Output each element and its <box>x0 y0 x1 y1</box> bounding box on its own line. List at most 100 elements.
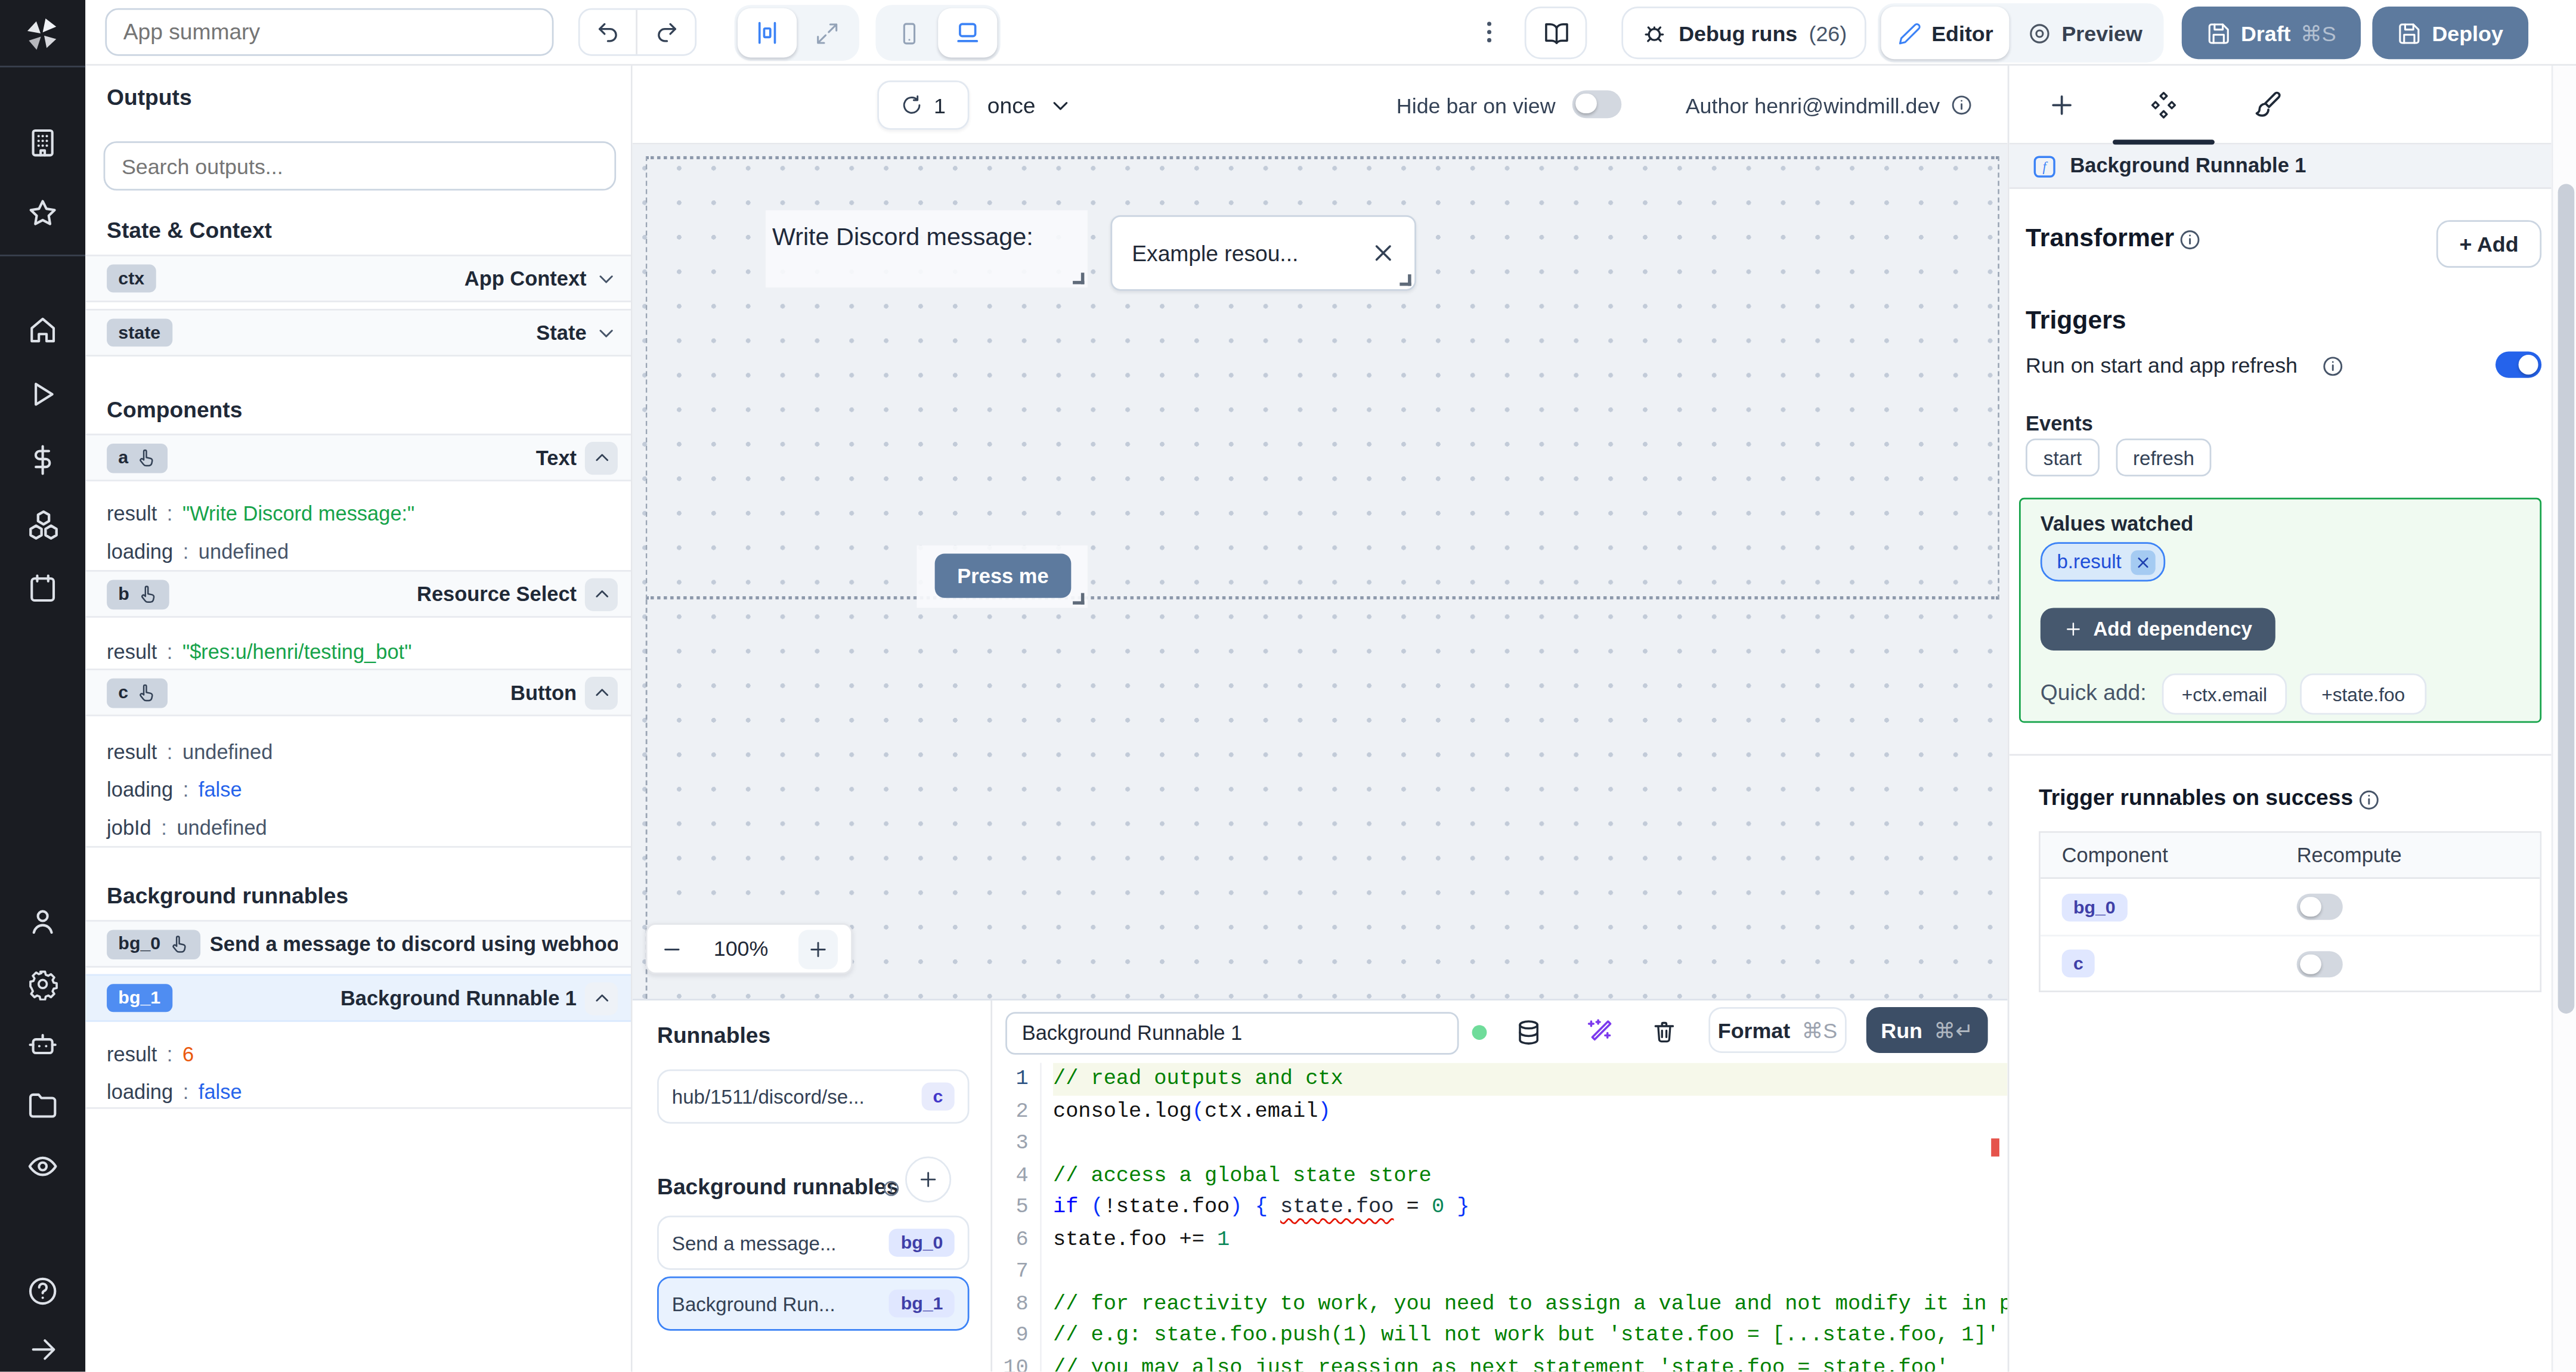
run-on-start-toggle[interactable] <box>2496 352 2541 378</box>
runnable-item-hub[interactable]: hub/1511/discord/se... c <box>657 1070 969 1124</box>
chevron-down-icon[interactable] <box>595 321 618 345</box>
output-row-b[interactable]: b Resource Select <box>85 570 632 618</box>
add-transformer-button[interactable]: + Add <box>2436 220 2541 268</box>
cache-db-icon[interactable] <box>1515 1018 1543 1046</box>
chevron-down-icon[interactable] <box>595 267 618 290</box>
deploy-button[interactable]: Deploy <box>2372 7 2528 59</box>
a-result-value: "Write Discord message:" <box>182 503 414 526</box>
collapse-c-button[interactable] <box>585 676 618 709</box>
redo-button[interactable] <box>637 10 695 54</box>
tab-editor[interactable]: Editor <box>1881 7 2010 59</box>
c-jobid-value: undefined <box>177 816 267 840</box>
refresh-count-button[interactable]: 1 <box>877 80 969 130</box>
quick-ctx-label: +ctx.email <box>2182 684 2268 704</box>
event-chip-start[interactable]: start <box>2026 439 2100 476</box>
event-chip-refresh[interactable]: refresh <box>2116 439 2212 476</box>
recompute-toggle-c[interactable] <box>2297 951 2343 977</box>
recompute-toggle-bg0[interactable] <box>2297 894 2343 920</box>
c-type-label: Button <box>510 681 577 704</box>
resources-hub-icon[interactable] <box>0 507 85 542</box>
zoom-out-icon[interactable] <box>661 937 684 961</box>
workspace-icon[interactable] <box>0 126 85 159</box>
variables-dollar-icon[interactable] <box>0 444 85 476</box>
add-bg-runnable-button[interactable] <box>905 1157 951 1203</box>
code-editor[interactable]: 12345678910 // read outputs and ctxconso… <box>992 1063 2008 1372</box>
ai-wand-icon[interactable] <box>1586 1018 1614 1046</box>
quick-state-label: +state.foo <box>2321 684 2405 704</box>
info-icon[interactable] <box>1950 94 1973 117</box>
code-lines[interactable]: // read outputs and ctxconsole.log(ctx.e… <box>1042 1063 2008 1372</box>
debug-runs-button[interactable]: Debug runs (26) <box>1621 7 1866 59</box>
app-canvas[interactable]: Write Discord message: Example resou... … <box>633 144 2008 999</box>
app-summary-input[interactable] <box>105 8 553 56</box>
schedules-calendar-icon[interactable] <box>0 572 85 605</box>
desktop-view-button[interactable] <box>938 8 997 58</box>
info-icon[interactable] <box>2178 228 2202 252</box>
collapse-b-button[interactable] <box>585 577 618 610</box>
search-outputs-input[interactable] <box>104 141 617 191</box>
home-icon[interactable] <box>0 314 85 346</box>
favorites-star-icon[interactable] <box>0 197 85 230</box>
quick-add-state-foo[interactable]: +state.foo <box>2300 674 2426 715</box>
run-button[interactable]: Run ⌘↵ <box>1866 1007 1988 1053</box>
docs-book-button[interactable] <box>1525 7 1587 59</box>
output-row-bg0[interactable]: bg_0 Send a message to discord using web… <box>85 920 632 968</box>
bg0-badge: bg_0 <box>118 935 160 953</box>
c-component-badge: c <box>2062 949 2095 977</box>
canvas-text-component[interactable]: Write Discord message: <box>766 210 1088 287</box>
press-me-button[interactable]: Press me <box>935 553 1072 597</box>
collapse-a-button[interactable] <box>585 441 618 474</box>
canvas-button-component[interactable]: Press me <box>917 546 1088 608</box>
workers-robot-icon[interactable] <box>0 1029 85 1061</box>
resize-handle[interactable] <box>1073 593 1084 605</box>
tab-preview[interactable]: Preview <box>2009 7 2160 59</box>
format-button[interactable]: Format ⌘S <box>1708 1007 1846 1053</box>
hide-bar-toggle[interactable] <box>1572 91 1622 119</box>
clear-x-icon[interactable] <box>1372 241 1395 265</box>
styling-brush-tab[interactable] <box>2252 91 2282 120</box>
runnable-name-input[interactable] <box>1005 1012 1459 1055</box>
undo-button[interactable] <box>580 10 637 54</box>
output-row-c[interactable]: c Button <box>85 668 632 716</box>
canvas-select-component[interactable]: Example resou... <box>1110 215 1416 291</box>
windmill-logo-icon[interactable] <box>0 13 85 56</box>
settings-gear-icon[interactable] <box>0 968 85 1001</box>
center-align-button[interactable] <box>738 8 797 58</box>
collapse-bg1-button[interactable] <box>585 981 618 1014</box>
debug-runs-label: Debug runs <box>1679 20 1797 45</box>
folders-icon[interactable] <box>0 1089 85 1122</box>
remove-dependency-button[interactable] <box>2131 550 2156 574</box>
resize-handle[interactable] <box>1400 274 1411 286</box>
info-icon[interactable] <box>2358 788 2381 812</box>
component-settings-tab[interactable] <box>2149 91 2179 120</box>
zoom-in-button[interactable] <box>798 929 838 968</box>
quick-add-ctx-email[interactable]: +ctx.email <box>2162 674 2287 715</box>
output-row-state[interactable]: state State <box>85 309 632 357</box>
info-icon[interactable] <box>2321 355 2345 378</box>
collapse-arrow-icon[interactable] <box>0 1334 85 1365</box>
logs-eye-icon[interactable] <box>0 1150 85 1183</box>
dependency-chip[interactable]: b.result <box>2041 542 2166 581</box>
runnable-item-bg1-selected[interactable]: Background Run... bg_1 <box>657 1277 969 1331</box>
refresh-mode-select[interactable]: once <box>987 80 1073 130</box>
resize-handle[interactable] <box>1073 272 1084 284</box>
draft-button[interactable]: Draft ⌘S <box>2182 7 2361 59</box>
output-row-bg1[interactable]: bg_1 Background Runnable 1 <box>85 974 632 1022</box>
output-row-a[interactable]: a Text <box>85 433 632 481</box>
output-row-ctx[interactable]: ctx App Context <box>85 255 632 302</box>
runnable-item-bg0[interactable]: Send a message... bg_0 <box>657 1216 969 1270</box>
delete-trash-icon[interactable] <box>1651 1018 1677 1045</box>
user-icon[interactable] <box>0 905 85 938</box>
run-on-start-label: Run on start and app refresh <box>2026 353 2298 377</box>
scrollbar-thumb[interactable] <box>2557 184 2574 1014</box>
mobile-view-button[interactable] <box>879 8 938 58</box>
run-label: Run <box>1881 1018 1922 1042</box>
info-icon[interactable] <box>882 1179 900 1197</box>
expand-button[interactable] <box>797 8 856 58</box>
add-dependency-button[interactable]: Add dependency <box>2041 608 2275 651</box>
add-component-tab[interactable] <box>2047 91 2077 120</box>
more-menu-button[interactable] <box>1475 18 1503 51</box>
help-icon[interactable] <box>0 1275 85 1308</box>
runs-play-icon[interactable] <box>0 378 85 411</box>
scrollbar-track[interactable] <box>2552 66 2576 1372</box>
